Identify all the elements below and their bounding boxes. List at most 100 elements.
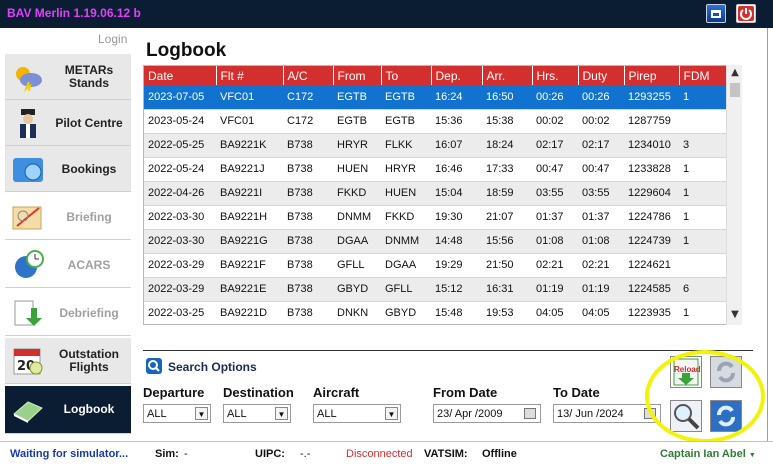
column-header[interactable]: Date	[144, 66, 217, 85]
table-row[interactable]: 2022-03-30 BA9221G B738 DGAA DNMM 14:48 15:56 0…	[144, 229, 728, 254]
table-cell: 01:08	[532, 229, 578, 254]
table-cell: HRYR	[381, 157, 431, 182]
sidebar-item-acars: ACARS	[5, 242, 131, 288]
column-header[interactable]: Dep.	[431, 66, 483, 85]
table-cell: 2022-03-30	[144, 229, 216, 254]
table-cell: 19:30	[431, 205, 482, 230]
sidebar-item-pilot-centre[interactable]: Pilot Centre	[5, 100, 131, 146]
departure-select[interactable]: ALL ▼	[143, 404, 211, 423]
sidebar-item-label: METARs Stands	[64, 63, 114, 90]
table-cell: FLKK	[381, 133, 431, 158]
to-date-picker[interactable]: 13/ Jun /2024	[553, 404, 661, 423]
sidebar-item-label: Briefing	[66, 209, 112, 224]
table-cell: 2022-03-30	[144, 205, 216, 230]
scroll-down-icon[interactable]: ▼	[727, 309, 743, 323]
login-link[interactable]: Login	[98, 32, 127, 46]
table-cell: 00:02	[532, 109, 578, 134]
power-button[interactable]	[736, 4, 756, 23]
table-cell: 2023-05-24	[144, 109, 216, 134]
table-cell: 2022-04-26	[144, 181, 216, 206]
from-date-picker[interactable]: 23/ Apr /2009	[433, 404, 541, 423]
sim-status-text: Waiting for simulator...	[10, 448, 129, 460]
chevron-down-icon[interactable]: ▼	[195, 407, 208, 420]
table-row[interactable]: 2022-03-29 BA9221E B738 GBYD GFLL 15:12 16:31 0…	[144, 277, 728, 302]
pilot-icon	[20, 109, 36, 138]
table-row[interactable]: 2022-03-29 BA9221F B738 GFLL DGAA 19:29 21:50 0…	[144, 253, 728, 278]
table-cell: 18:59	[482, 181, 532, 206]
table-cell: EGTB	[381, 109, 431, 134]
column-header[interactable]: FDM	[679, 66, 729, 85]
aircraft-select[interactable]: ALL ▼	[313, 404, 401, 423]
sidebar-item-debriefing: Debriefing	[5, 290, 131, 336]
column-header[interactable]: Pirep	[624, 66, 680, 85]
to-date-label: To Date	[553, 385, 600, 400]
table-row[interactable]: 2022-03-30 BA9221H B738 DNMM FKKD 19:30 21:07 0…	[144, 205, 728, 230]
table-cell: 02:21	[578, 253, 624, 278]
calendar-icon[interactable]	[524, 408, 536, 419]
table-cell: 00:02	[578, 109, 624, 134]
chevron-down-icon[interactable]: ▼	[275, 407, 288, 420]
table-cell: 1	[679, 157, 728, 182]
table-cell: GFLL	[381, 277, 431, 302]
column-header[interactable]: Flt #	[216, 66, 284, 85]
sidebar-item-bookings[interactable]: Bookings	[5, 146, 131, 192]
table-row[interactable]: 2023-05-24 VFC01 C172 EGTB EGTB 15:36 15:38 00:…	[144, 109, 728, 134]
destination-select[interactable]: ALL ▼	[223, 404, 291, 423]
column-header[interactable]: Hrs.	[532, 66, 579, 85]
table-row[interactable]: 2022-03-25 BA9221D B738 DNKN GBYD 15:48 19:53 0…	[144, 301, 728, 324]
scroll-up-icon[interactable]: ▲	[727, 67, 743, 81]
table-cell: FKKD	[333, 181, 381, 206]
table-cell: 1223935	[624, 301, 679, 324]
scroll-thumb[interactable]	[730, 83, 740, 97]
user-menu[interactable]: Captain Ian Abel ▼	[660, 448, 756, 460]
globe-folder-icon	[13, 158, 43, 182]
column-header[interactable]: A/C	[283, 66, 334, 85]
table-row[interactable]: 2022-05-24 BA9221J B738 HUEN HRYR 16:46 17:33 0…	[144, 157, 728, 182]
column-header[interactable]: From	[333, 66, 382, 85]
column-header[interactable]: To	[381, 66, 432, 85]
table-cell: B738	[283, 133, 333, 158]
column-header[interactable]: Arr.	[482, 66, 533, 85]
window-icon	[711, 10, 721, 18]
table-cell: B738	[283, 229, 333, 254]
table-row[interactable]: 2023-07-05 VFC01 C172 EGTB EGTB 16:24 16:50 00:…	[144, 85, 728, 110]
table-cell: BA9221D	[216, 301, 283, 324]
table-cell: BA9221F	[216, 253, 283, 278]
table-cell: 00:26	[578, 85, 624, 110]
table-cell: BA9221K	[216, 133, 283, 158]
table-row[interactable]: 2022-04-26 BA9221I B738 FKKD HUEN 15:04 18:59 0…	[144, 181, 728, 206]
table-cell: 15:04	[431, 181, 482, 206]
sidebar-item-label: Bookings	[61, 161, 117, 176]
table-cell: 1	[679, 85, 728, 110]
table-cell: 03:55	[532, 181, 578, 206]
search-icon[interactable]	[146, 358, 162, 374]
sidebar-item-metars[interactable]: METARs Stands	[5, 54, 131, 100]
table-cell: B738	[283, 301, 333, 324]
table-cell: 02:17	[578, 133, 624, 158]
minimize-button[interactable]	[706, 4, 726, 23]
table-row[interactable]: 2022-05-25 BA9221K B738 HRYR FLKK 16:07 18:24 0…	[144, 133, 728, 158]
power-icon	[738, 6, 754, 21]
sidebar-item-logbook[interactable]: Logbook	[5, 386, 131, 434]
table-cell: B738	[283, 157, 333, 182]
table-cell: 1293255	[624, 85, 679, 110]
table-cell: 03:55	[578, 181, 624, 206]
table-cell: B738	[283, 277, 333, 302]
uipc-value: -.-	[300, 448, 311, 460]
table-cell: DGAA	[381, 253, 431, 278]
table-cell: 1	[679, 229, 728, 254]
table-scrollbar[interactable]: ▲ ▼	[726, 65, 742, 325]
sidebar-item-outstation-flights[interactable]: 20 Outstation Flights	[5, 338, 131, 384]
table-cell: 04:05	[578, 301, 624, 324]
search-options-label[interactable]: Search Options	[168, 360, 257, 374]
table-cell: 2022-05-24	[144, 157, 216, 182]
chevron-down-icon[interactable]: ▼	[385, 407, 398, 420]
table-cell: 6	[679, 277, 728, 302]
logbook-table[interactable]: Date Flt # A/C From To Dep. Arr. Hrs. Du…	[143, 65, 742, 325]
annotation-highlight-circle	[645, 350, 765, 443]
table-header-row: Date Flt # A/C From To Dep. Arr. Hrs. Du…	[144, 66, 729, 85]
table-cell: 18:24	[482, 133, 532, 158]
column-header[interactable]: Duty	[578, 66, 625, 85]
table-cell: 02:17	[532, 133, 578, 158]
table-cell: BA9221J	[216, 157, 283, 182]
